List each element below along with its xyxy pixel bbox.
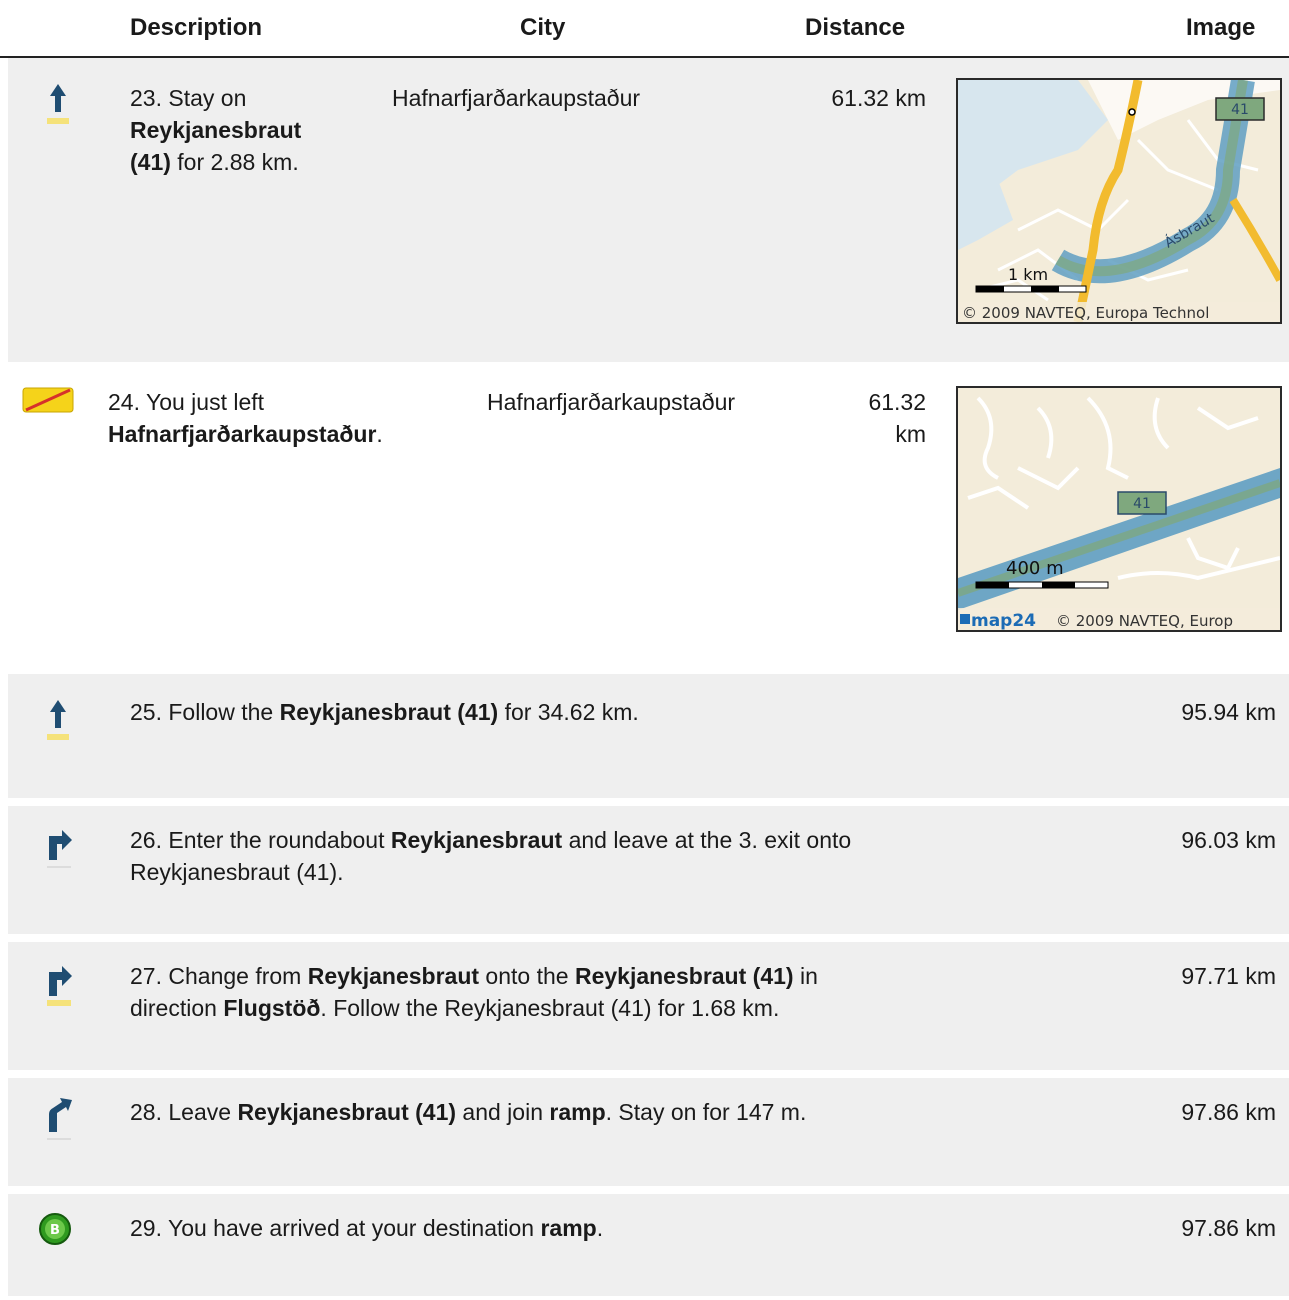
step-description: 27. Change from Reykjanesbraut onto the … xyxy=(130,963,818,1021)
table-row: B 29. You have arrived at your destinati… xyxy=(8,1186,1289,1296)
step-description: 23. Stay on Reykjanesbraut (41) for 2.88… xyxy=(130,85,302,175)
table-header: Description City Distance Image xyxy=(0,0,1289,58)
map-credit: © 2009 NAVTEQ, Europa Technol xyxy=(962,304,1209,322)
straight-arrow-icon xyxy=(46,82,70,134)
right-turn-icon xyxy=(46,962,74,1016)
step-city: Hafnarfjarðarkaupstaður xyxy=(392,85,641,111)
step-distance: 95.94 km xyxy=(1181,699,1276,725)
step-distance: 96.03 km xyxy=(1181,827,1276,853)
table-row: 24. You just left Hafnarfjarðarkaupstaðu… xyxy=(8,362,1289,666)
map24-logo: map24 xyxy=(960,611,1036,630)
step-description: 28. Leave Reykjanesbraut (41) and join r… xyxy=(130,1099,807,1125)
route-shield-label: 41 xyxy=(1231,102,1249,118)
route-map-image[interactable]: 41 Ásbraut 1 km © 2009 NAVTEQ, Europa Te… xyxy=(956,78,1282,324)
ramp-exit-icon xyxy=(46,1098,74,1152)
column-header-image: Image xyxy=(1186,14,1256,41)
step-description: 25. Follow the Reykjanesbraut (41) for 3… xyxy=(130,699,639,725)
table-row: 23. Stay on Reykjanesbraut (41) for 2.88… xyxy=(8,58,1289,362)
step-distance: 61.32 km xyxy=(831,85,926,111)
column-header-city: City xyxy=(520,14,566,41)
table-row: 28. Leave Reykjanesbraut (41) and join r… xyxy=(8,1070,1289,1186)
table-row: 27. Change from Reykjanesbraut onto the … xyxy=(8,934,1289,1070)
route-map-image[interactable]: 41 400 m map24 © 2009 NAVTEQ, Europ xyxy=(956,386,1282,632)
map-credit: © 2009 NAVTEQ, Europ xyxy=(1056,612,1233,630)
step-distance: 97.86 km xyxy=(1181,1099,1276,1125)
destination-b-icon: B xyxy=(38,1212,72,1254)
step-description: 26. Enter the roundabout Reykjanesbraut … xyxy=(130,827,852,885)
straight-arrow-icon xyxy=(46,698,70,750)
step-distance: 61.32 km xyxy=(868,389,926,447)
svg-text:B: B xyxy=(50,1223,60,1238)
column-header-description: Description xyxy=(130,14,263,41)
step-distance: 97.71 km xyxy=(1181,963,1276,989)
map-scale-label: 400 m xyxy=(1006,558,1064,579)
table-row: 25. Follow the Reykjanesbraut (41) for 3… xyxy=(8,674,1289,798)
step-distance: 97.86 km xyxy=(1181,1215,1276,1241)
route-shield-label: 41 xyxy=(1133,496,1151,512)
map-scale-label: 1 km xyxy=(1008,265,1048,284)
town-exit-sign-icon xyxy=(22,386,74,422)
step-description: 24. You just left Hafnarfjarðarkaupstaðu… xyxy=(108,389,383,447)
svg-text:map24: map24 xyxy=(971,611,1036,630)
right-turn-icon xyxy=(46,826,74,880)
step-description: 29. You have arrived at your destination… xyxy=(130,1215,604,1241)
column-header-distance: Distance xyxy=(805,14,906,41)
map-scale-bar xyxy=(975,581,1109,589)
map-scale-bar xyxy=(975,285,1087,293)
step-city: Hafnarfjarðarkaupstaður xyxy=(487,389,736,415)
table-row: 26. Enter the roundabout Reykjanesbraut … xyxy=(8,798,1289,934)
